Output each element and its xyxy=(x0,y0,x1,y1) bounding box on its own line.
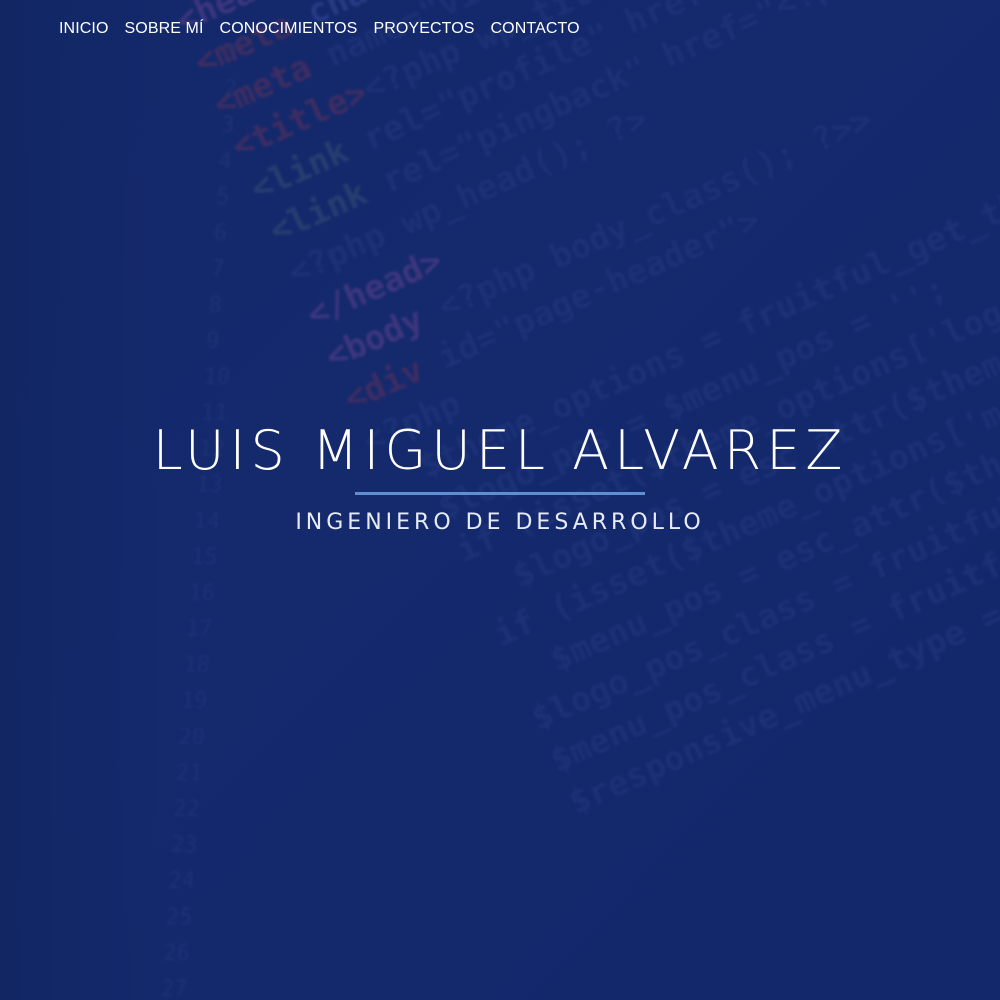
hero-title-block: LUIS MIGUEL ALVAREZ INGENIERO DE DESARRO… xyxy=(0,418,1000,537)
nav-link-contacto[interactable]: CONTACTO xyxy=(491,18,580,40)
hero-name: LUIS MIGUEL ALVAREZ xyxy=(152,419,848,482)
nav-link-conocimientos[interactable]: CONOCIMIENTOS xyxy=(220,18,358,40)
nav-link-proyectos[interactable]: PROYECTOS xyxy=(373,18,474,40)
nav-link-inicio[interactable]: INICIO xyxy=(59,18,109,40)
hero-role: INGENIERO DE DESARROLLO xyxy=(295,510,705,535)
nav-link-sobre-mi[interactable]: SOBRE MÍ xyxy=(125,18,204,40)
hero-section: 1 2 3 4 5 6 7 8 9 10 11 12 13 14 15 16 1… xyxy=(0,0,1000,1000)
top-navigation: INICIO SOBRE MÍ CONOCIMIENTOS PROYECTOS … xyxy=(59,18,580,40)
title-divider xyxy=(355,492,645,495)
